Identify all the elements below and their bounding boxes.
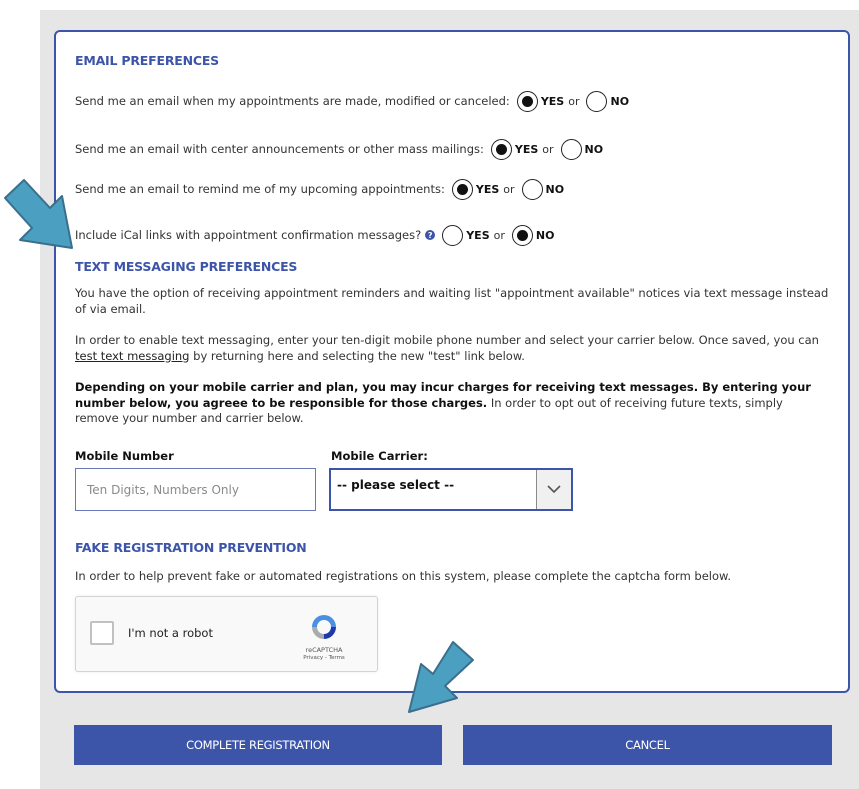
email-pref-row-reminders: Send me an email to remind me of my upco… (75, 175, 564, 203)
recaptcha-privacy-terms[interactable]: Privacy - Terms (286, 655, 362, 661)
email-pref-row-appointments: Send me an email when my appointments ar… (75, 87, 629, 115)
ical-no-radio[interactable] (511, 224, 533, 246)
mobile-number-label: Mobile Number (75, 449, 174, 463)
fake-registration-description: In order to help prevent fake or automat… (75, 569, 732, 583)
mobile-number-input[interactable] (75, 468, 316, 511)
fake-registration-title: FAKE REGISTRATION PREVENTION (75, 540, 307, 555)
or-label: or (568, 94, 580, 108)
no-label: NO (545, 182, 565, 196)
recaptcha-logo-icon (312, 615, 336, 639)
text-messaging-instructions: In order to enable text messaging, enter… (75, 333, 830, 364)
recaptcha-widget: I'm not a robot reCAPTCHA Privacy - Term… (75, 596, 378, 672)
instructions-text-end: by returning here and selecting the new … (189, 348, 525, 363)
email-pref-question: Send me an email to remind me of my upco… (75, 182, 445, 196)
text-messaging-intro: You have the option of receiving appoint… (75, 286, 829, 316)
email-pref-question: Include iCal links with appointment conf… (75, 228, 422, 242)
email-reminders-yes-radio[interactable] (451, 178, 473, 200)
email-announcements-yes-radio[interactable] (490, 138, 512, 160)
no-label: NO (584, 142, 604, 156)
test-text-messaging-link[interactable]: test text messaging (75, 349, 189, 363)
recaptcha-label: I'm not a robot (128, 626, 213, 640)
email-reminders-no-radio[interactable] (521, 178, 543, 200)
no-label: NO (535, 228, 555, 242)
text-messaging-title: TEXT MESSAGING PREFERENCES (75, 259, 298, 274)
text-messaging-charges-notice: Depending on your mobile carrier and pla… (75, 380, 830, 427)
annotation-arrow-icon (408, 641, 474, 713)
email-appointments-no-radio[interactable] (586, 90, 608, 112)
instructions-text: In order to enable text messaging, enter… (75, 333, 819, 347)
yes-label: YES (514, 142, 539, 156)
email-preferences-title: EMAIL PREFERENCES (75, 53, 219, 68)
email-appointments-yes-radio[interactable] (516, 90, 538, 112)
yes-label: YES (475, 182, 500, 196)
no-label: NO (610, 94, 630, 108)
ical-yes-radio[interactable] (442, 224, 464, 246)
email-announcements-no-radio[interactable] (560, 138, 582, 160)
cancel-button[interactable]: CANCEL (463, 725, 832, 765)
mobile-carrier-selected-value: -- please select -- (337, 478, 455, 492)
email-pref-row-announcements: Send me an email with center announcemen… (75, 135, 603, 163)
yes-label: YES (540, 94, 565, 108)
annotation-arrow-icon (4, 179, 73, 249)
mobile-carrier-label: Mobile Carrier: (331, 449, 428, 463)
email-pref-row-ical: Include iCal links with appointment conf… (75, 221, 554, 249)
email-pref-question: Send me an email when my appointments ar… (75, 94, 510, 108)
recaptcha-brand: reCAPTCHA (305, 646, 343, 654)
complete-registration-button[interactable]: COMPLETE REGISTRATION (74, 725, 442, 765)
recaptcha-checkbox[interactable] (90, 621, 114, 645)
or-label: or (542, 142, 554, 156)
help-icon[interactable]: ? (425, 230, 436, 240)
or-label: or (503, 182, 515, 196)
mobile-carrier-select[interactable]: -- please select -- (329, 468, 573, 511)
yes-label: YES (466, 228, 490, 242)
email-pref-question: Send me an email with center announcemen… (75, 142, 484, 156)
chevron-down-icon[interactable] (536, 470, 571, 509)
or-label: or (493, 228, 505, 242)
